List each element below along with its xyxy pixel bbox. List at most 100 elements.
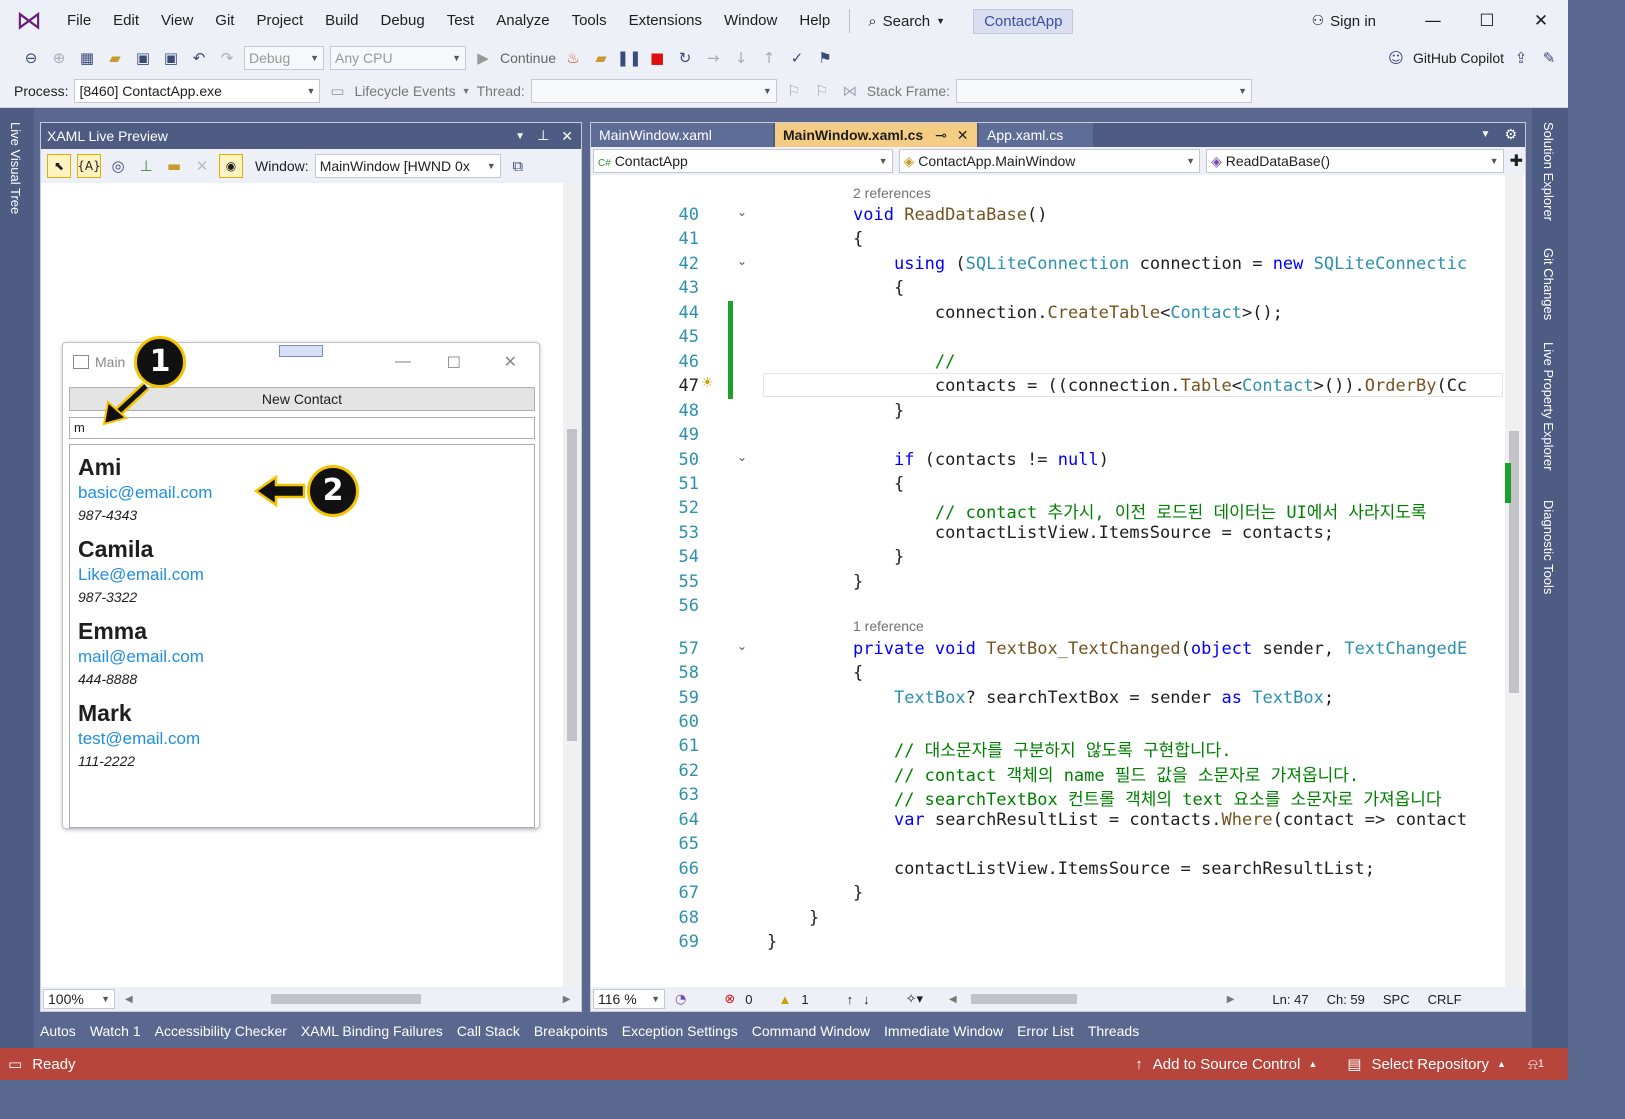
git-changes-tab[interactable]: Git Changes <box>1541 248 1556 320</box>
collapse-chevron-icon[interactable]: ⌄ <box>737 254 747 268</box>
tab-error-list[interactable]: Error List <box>1017 1023 1074 1039</box>
prev-issue-icon[interactable]: ↑ <box>847 992 854 1007</box>
editor-vertical-scrollbar[interactable] <box>1505 175 1523 987</box>
tab-overflow-icon[interactable]: ▼ <box>1481 123 1491 147</box>
menu-project[interactable]: Project <box>245 0 314 42</box>
clear-icon[interactable]: ✕ <box>191 155 213 177</box>
copilot-icon[interactable]: ☺ <box>1385 47 1407 69</box>
code-line[interactable]: 42 ⌄ using (SQLiteConnection connection =… <box>591 254 1503 278</box>
tab-autos[interactable]: Autos <box>40 1023 76 1039</box>
tab-xaml-binding-failures[interactable]: XAML Binding Failures <box>301 1023 443 1039</box>
whitespace-indicator[interactable]: SPC <box>1383 992 1410 1007</box>
scroll-right-icon[interactable]: ▶ <box>1227 994 1235 1005</box>
code-line[interactable]: 53 contactListView.ItemsSource = contact… <box>591 523 1503 547</box>
new-project-icon[interactable]: ▦ <box>76 47 98 69</box>
code-line[interactable]: 67} <box>591 883 1503 907</box>
redo-icon[interactable]: ↷ <box>216 47 238 69</box>
scroll-thumb[interactable] <box>567 429 577 741</box>
forward-icon[interactable]: ⊕ <box>48 47 70 69</box>
code-line[interactable]: 61 // 대소문자를 구분하지 않도록 구현합니다. <box>591 736 1503 761</box>
step-into-icon[interactable]: ↓ <box>730 47 752 69</box>
scroll-thumb[interactable] <box>970 994 1077 1004</box>
next-issue-icon[interactable]: ↓ <box>863 992 870 1007</box>
codelens-references[interactable]: 2 references <box>853 185 931 201</box>
menu-edit[interactable]: Edit <box>102 0 150 42</box>
save-all-icon[interactable]: ▣ <box>160 47 182 69</box>
close-button[interactable]: ✕ <box>1514 11 1568 31</box>
sign-in-link[interactable]: Sign in <box>1330 13 1376 30</box>
pin-icon[interactable]: ⊸ <box>935 127 947 143</box>
tab-watch-1[interactable]: Watch 1 <box>90 1023 141 1039</box>
warning-icon[interactable]: ▲ <box>778 992 791 1007</box>
window-dropdown[interactable]: MainWindow [HWND 0x ▼ <box>314 154 501 178</box>
folder-icon[interactable]: ▰ <box>590 47 612 69</box>
preview-zoom-dropdown[interactable]: 100% ▼ <box>43 989 115 1009</box>
code-line[interactable]: 65 <box>591 834 1503 858</box>
code-line[interactable]: 41 { <box>591 229 1503 253</box>
minimize-button[interactable]: — <box>1406 11 1460 31</box>
code-line[interactable]: 40 ⌄ void ReadDataBase() <box>591 205 1503 229</box>
stack-frame-dropdown[interactable]: ▼ <box>956 78 1253 103</box>
preview-vertical-scrollbar[interactable] <box>563 183 581 989</box>
ruler-icon[interactable]: ▬ <box>163 155 185 177</box>
menu-build[interactable]: Build <box>314 0 369 42</box>
code-line[interactable]: 47 contacts = ((connection.Table<Contact… <box>591 376 1503 400</box>
menu-git[interactable]: Git <box>204 0 245 42</box>
continue-button[interactable]: Continue <box>500 50 556 66</box>
code-line[interactable]: 58 { <box>591 663 1503 687</box>
spell-check-icon[interactable]: ✓ <box>786 47 808 69</box>
live-visual-tree-tab[interactable]: Live Visual Tree <box>8 122 23 214</box>
code-line[interactable]: 62 // contact 객체의 name 필드 값을 소문자로 가져옵니다. <box>591 761 1503 786</box>
menu-debug[interactable]: Debug <box>370 0 436 42</box>
toolbar-handle[interactable] <box>279 345 323 357</box>
menu-extensions[interactable]: Extensions <box>618 0 713 42</box>
editor-zoom-dropdown[interactable]: 116 % ▼ <box>593 989 665 1009</box>
warning-count[interactable]: 1 <box>801 992 808 1007</box>
code-cleanup-icon[interactable]: ✧▾ <box>906 991 923 1007</box>
share-icon[interactable]: ⇪ <box>1510 47 1532 69</box>
step-out-icon[interactable]: ↑ <box>758 47 780 69</box>
code-line[interactable]: 64 var searchResultList = contacts.Where… <box>591 810 1503 834</box>
line-indicator[interactable]: Ln: 47 <box>1272 992 1308 1007</box>
add-to-source-control-button[interactable]: Add to Source Control <box>1153 1056 1301 1073</box>
code-line[interactable]: 50 ⌄ if (contacts != null) <box>591 450 1503 474</box>
tab-mainwindow-xaml-cs[interactable]: MainWindow.xaml.cs ⊸ ✕ <box>775 123 977 147</box>
tab-breakpoints[interactable]: Breakpoints <box>534 1023 608 1039</box>
code-text-area[interactable]: 2 references 1 reference ☀ 40 ⌄ void ReadD… <box>591 175 1503 987</box>
configuration-dropdown[interactable]: Debug ▼ <box>244 46 324 70</box>
tab-call-stack[interactable]: Call Stack <box>457 1023 520 1039</box>
code-line[interactable]: 66 contactListView.ItemsSource = searchR… <box>591 859 1503 883</box>
pause-icon[interactable]: ❚❚ <box>616 47 641 69</box>
tab-app-xaml-cs[interactable]: App.xaml.cs <box>979 123 1093 147</box>
menu-analyze[interactable]: Analyze <box>485 0 560 42</box>
maximize-button[interactable]: ☐ <box>447 353 461 372</box>
list-item[interactable]: Mark test@email.com 111-2222 <box>70 699 534 771</box>
code-line[interactable]: 43 { <box>591 278 1503 302</box>
project-dropdown[interactable]: C# ContactApp ▼ <box>593 149 893 173</box>
back-icon[interactable]: ⊖ <box>20 47 42 69</box>
close-icon[interactable]: ✕ <box>957 127 969 143</box>
scroll-right-icon[interactable]: ▶ <box>563 994 571 1005</box>
thread-dropdown[interactable]: ▼ <box>530 78 777 103</box>
pin-icon[interactable]: ⊥ <box>537 128 549 144</box>
menu-view[interactable]: View <box>150 0 204 42</box>
output-icon[interactable]: ▭ <box>8 1055 22 1073</box>
code-line[interactable]: 45 <box>591 327 1503 351</box>
process-dropdown[interactable]: [8460] ContactApp.exe ▼ <box>74 78 321 103</box>
lifecycle-events-dropdown[interactable]: Lifecycle Events <box>354 83 455 99</box>
select-element-icon[interactable]: ⬉ <box>47 154 71 178</box>
search-box[interactable]: ⌕ Search ▼ <box>858 12 955 30</box>
menu-window[interactable]: Window <box>713 0 788 42</box>
flag-icon[interactable]: ⚐ <box>783 80 805 102</box>
code-line[interactable]: 59 TextBox? searchTextBox = sender as Te… <box>591 688 1503 712</box>
code-line[interactable]: 48 } <box>591 401 1503 425</box>
platform-dropdown[interactable]: Any CPU ▼ <box>330 46 466 70</box>
line-ending-indicator[interactable]: CRLF <box>1428 992 1462 1007</box>
code-line[interactable]: 46 // <box>591 352 1503 376</box>
menu-help[interactable]: Help <box>788 0 841 42</box>
code-line[interactable]: 56 <box>591 596 1503 620</box>
preview-horizontal-scrollbar[interactable] <box>143 994 553 1004</box>
code-line[interactable]: 49 <box>591 425 1503 449</box>
code-line[interactable]: 54 } <box>591 547 1503 571</box>
collapse-chevron-icon[interactable]: ⌄ <box>737 639 747 653</box>
